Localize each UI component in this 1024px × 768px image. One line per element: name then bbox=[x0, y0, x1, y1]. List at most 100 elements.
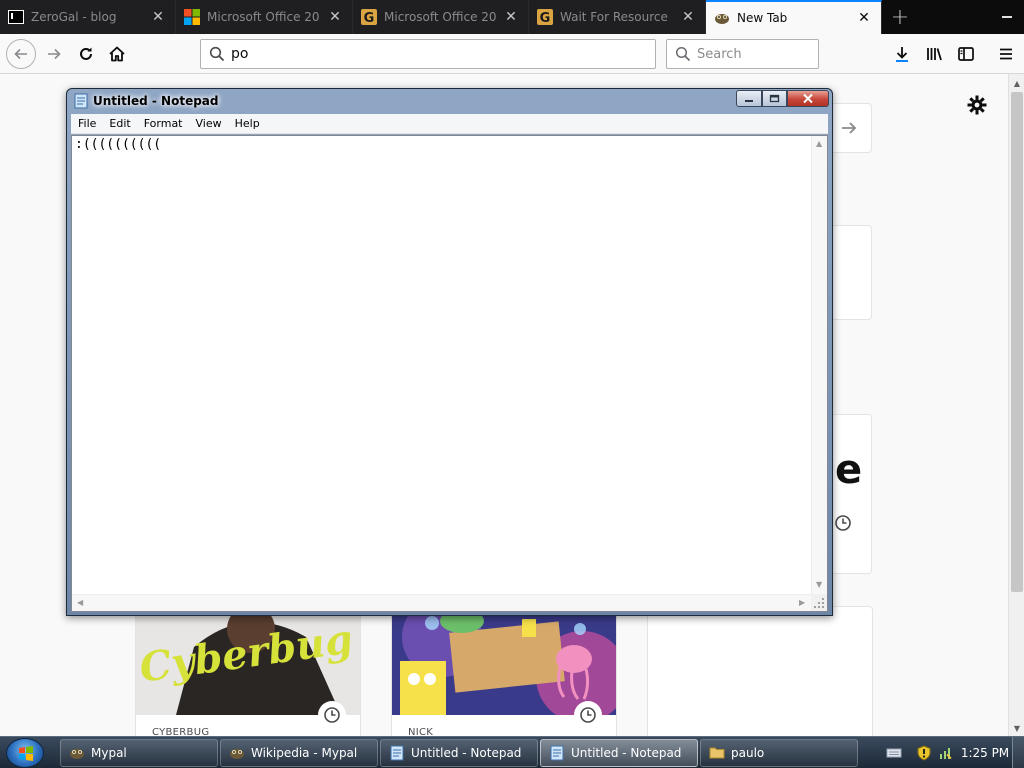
tab-strip: ZeroGal - blog ✕ Microsoft Office 2007 ✕… bbox=[0, 0, 1024, 34]
close-button[interactable] bbox=[787, 90, 829, 107]
resize-grip-icon bbox=[814, 598, 824, 608]
menu-format[interactable]: Format bbox=[138, 117, 189, 130]
maximize-button[interactable] bbox=[762, 90, 787, 107]
search-icon bbox=[675, 46, 691, 62]
url-input[interactable]: po bbox=[231, 46, 248, 62]
security-shield-icon[interactable] bbox=[916, 745, 932, 761]
tab-label: Wait For Resource bbox=[560, 10, 668, 24]
minimize-icon bbox=[1002, 16, 1012, 18]
menu-help[interactable]: Help bbox=[229, 117, 266, 130]
taskbar-item-notepad-1[interactable]: Untitled - Notepad bbox=[380, 739, 538, 767]
microsoft-logo-icon bbox=[184, 9, 200, 25]
clock-icon bbox=[324, 707, 340, 723]
highlight-card-cyberbug[interactable]: Cyberbug CYBERBUG bbox=[135, 606, 361, 746]
library-icon bbox=[927, 48, 942, 61]
clock-icon bbox=[835, 515, 851, 531]
tab-zerogal-blog[interactable]: ZeroGal - blog ✕ bbox=[0, 0, 176, 34]
taskbar-item-paulo[interactable]: paulo bbox=[700, 739, 858, 767]
partial-letter: e bbox=[835, 447, 863, 493]
menu-view[interactable]: View bbox=[190, 117, 228, 130]
notepad-content[interactable]: :(((((((((( bbox=[75, 137, 161, 152]
tab-label: Microsoft Office 2007 bbox=[384, 10, 496, 24]
gear-icon[interactable] bbox=[966, 94, 988, 116]
start-button[interactable] bbox=[6, 738, 44, 768]
mypal-icon bbox=[230, 749, 244, 759]
taskbar-label: paulo bbox=[731, 746, 765, 760]
notepad-vertical-scrollbar[interactable]: ▲ ▼ bbox=[811, 136, 827, 594]
folder-icon bbox=[709, 747, 725, 759]
resize-grip[interactable] bbox=[811, 594, 827, 611]
sidebar-button[interactable] bbox=[952, 40, 980, 68]
forward-button[interactable] bbox=[40, 40, 68, 68]
sidebar-icon bbox=[958, 47, 974, 61]
clock-badge bbox=[829, 509, 857, 537]
scroll-down-arrow[interactable]: ▼ bbox=[1009, 720, 1024, 736]
url-bar[interactable]: po bbox=[200, 39, 656, 69]
scroll-up-arrow[interactable]: ▲ bbox=[816, 139, 822, 148]
keyboard-icon[interactable] bbox=[886, 745, 902, 761]
system-tray: 1:25 PM bbox=[886, 737, 1024, 768]
minimize-icon bbox=[745, 99, 753, 102]
restore-icon bbox=[769, 94, 780, 103]
download-icon bbox=[896, 47, 908, 62]
taskbar: Mypal Wikipedia - Mypal Untitled - Notep… bbox=[0, 736, 1024, 768]
scrollbar-thumb[interactable] bbox=[1011, 92, 1023, 592]
notepad-window: Untitled - Notepad File Edit Format View… bbox=[66, 88, 833, 616]
notepad-icon bbox=[390, 745, 404, 761]
downloads-button[interactable] bbox=[888, 40, 916, 68]
back-arrow-icon bbox=[14, 48, 27, 60]
tab-label: New Tab bbox=[737, 11, 788, 25]
tab-microsoft-office-1[interactable]: Microsoft Office 2007 ✕ bbox=[176, 0, 353, 34]
taskbar-label: Mypal bbox=[91, 746, 127, 760]
taskbar-item-notepad-2[interactable]: Untitled - Notepad bbox=[540, 739, 698, 767]
page-scrollbar[interactable]: ▲ ▼ bbox=[1008, 74, 1024, 736]
network-icon[interactable] bbox=[938, 745, 954, 761]
mypal-icon bbox=[70, 749, 84, 759]
taskbar-item-mypal[interactable]: Mypal bbox=[60, 739, 218, 767]
highlight-card-nick[interactable]: NICK bbox=[391, 606, 617, 746]
back-button[interactable] bbox=[6, 39, 36, 69]
scroll-left-arrow[interactable]: ◀ bbox=[77, 598, 83, 607]
close-icon[interactable]: ✕ bbox=[502, 8, 520, 26]
tab-wait-for-resource[interactable]: G Wait For Resource ✕ bbox=[529, 0, 706, 34]
svg-text:G: G bbox=[364, 11, 375, 25]
notepad-text-area[interactable]: :(((((((((( ▲ ▼ ◀ ▶ bbox=[71, 135, 828, 612]
home-button[interactable] bbox=[103, 40, 131, 68]
close-icon bbox=[803, 93, 813, 104]
search-bar[interactable]: Search bbox=[666, 39, 819, 69]
taskbar-item-wikipedia-mypal[interactable]: Wikipedia - Mypal bbox=[220, 739, 378, 767]
taskbar-label: Untitled - Notepad bbox=[411, 746, 522, 760]
reload-icon bbox=[80, 47, 92, 60]
menu-edit[interactable]: Edit bbox=[103, 117, 136, 130]
notepad-title-bar[interactable]: Untitled - Notepad bbox=[67, 89, 832, 113]
tab-new-tab[interactable]: New Tab ✕ bbox=[706, 0, 882, 34]
svg-text:G: G bbox=[540, 11, 551, 25]
menu-file[interactable]: File bbox=[72, 117, 102, 130]
scroll-up-arrow[interactable]: ▲ bbox=[1009, 75, 1024, 91]
highlight-card-empty bbox=[647, 606, 873, 746]
show-desktop-button[interactable] bbox=[1012, 737, 1024, 768]
minimize-button[interactable] bbox=[736, 90, 762, 107]
arrow-right-icon bbox=[842, 122, 857, 134]
scroll-right-arrow[interactable]: ▶ bbox=[799, 598, 805, 607]
clock-badge bbox=[318, 701, 346, 729]
new-tab-button[interactable]: + bbox=[882, 0, 918, 34]
clock-icon bbox=[580, 707, 596, 723]
menu-button[interactable] bbox=[992, 40, 1020, 68]
tab-microsoft-office-2[interactable]: G Microsoft Office 2007 ✕ bbox=[353, 0, 529, 34]
notepad-horizontal-scrollbar[interactable]: ◀ ▶ bbox=[72, 594, 811, 611]
taskbar-clock[interactable]: 1:25 PM bbox=[958, 746, 1012, 760]
close-icon[interactable]: ✕ bbox=[679, 8, 697, 26]
reload-button[interactable] bbox=[72, 40, 100, 68]
close-icon[interactable]: ✕ bbox=[326, 8, 344, 26]
library-button[interactable] bbox=[920, 40, 948, 68]
clock-badge bbox=[574, 701, 602, 729]
minimize-window-button[interactable] bbox=[990, 0, 1024, 28]
close-icon[interactable]: ✕ bbox=[855, 9, 873, 27]
close-icon[interactable]: ✕ bbox=[149, 8, 167, 26]
navigation-toolbar: po Search bbox=[0, 34, 1024, 74]
taskbar-label: Wikipedia - Mypal bbox=[251, 746, 358, 760]
tab-label: Microsoft Office 2007 bbox=[207, 10, 320, 24]
scroll-down-arrow[interactable]: ▼ bbox=[816, 580, 822, 589]
notepad-menu-bar: File Edit Format View Help bbox=[71, 114, 828, 134]
